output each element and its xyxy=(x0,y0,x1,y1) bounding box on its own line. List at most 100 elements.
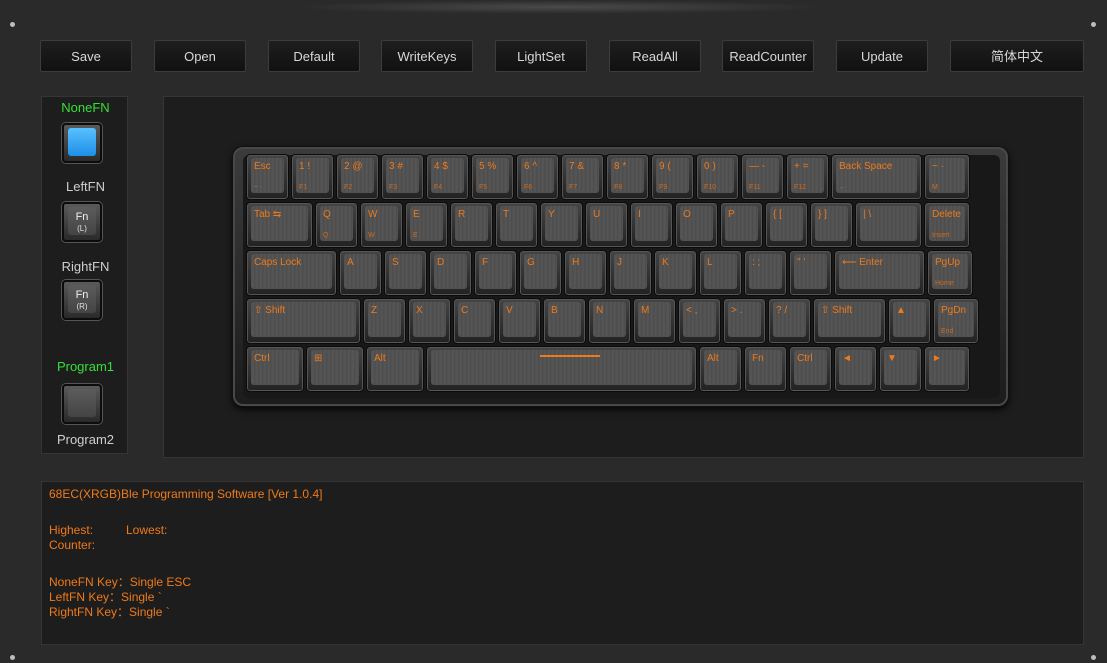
update-button[interactable]: Update xyxy=(836,40,928,72)
key-r1-k14[interactable]: Delete Insert xyxy=(924,202,970,248)
key-r2-k8[interactable]: K xyxy=(654,250,697,296)
key-r0-k1[interactable]: 1 ! F1 xyxy=(291,154,334,200)
key-r4-k1[interactable]: ⊞ xyxy=(306,346,364,392)
key-r2-k11[interactable]: " ' xyxy=(789,250,832,296)
leftfn-label: LeftFN xyxy=(65,179,105,194)
key-r2-k10[interactable]: : ; xyxy=(744,250,787,296)
key-primary-label: ▼ xyxy=(887,353,897,364)
key-r1-k12[interactable]: } ] xyxy=(810,202,853,248)
key-r3-k3[interactable]: C xyxy=(453,298,496,344)
key-r3-k12[interactable]: ▲ xyxy=(888,298,931,344)
key-primary-label: D xyxy=(437,257,445,268)
key-r3-k2[interactable]: X xyxy=(408,298,451,344)
key-r4-k3[interactable] xyxy=(426,346,697,392)
key-r1-k5[interactable]: T xyxy=(495,202,538,248)
key-r2-k6[interactable]: H xyxy=(564,250,607,296)
key-r1-k1[interactable]: QQ xyxy=(315,202,358,248)
key-r3-k6[interactable]: N xyxy=(588,298,631,344)
key-r3-k1[interactable]: Z xyxy=(363,298,406,344)
fn-r-sub-label: (R) xyxy=(76,302,88,311)
key-r0-k11[interactable]: — - F11 xyxy=(741,154,784,200)
key-r1-k3[interactable]: EE xyxy=(405,202,448,248)
key-r4-k2[interactable]: Alt xyxy=(366,346,424,392)
key-r0-k10[interactable]: 0 ) F10 xyxy=(696,154,739,200)
key-r2-k12[interactable]: ⟵ Enter xyxy=(834,250,925,296)
leftfn-layer-button[interactable]: Fn (L) xyxy=(62,202,102,242)
key-r3-k4[interactable]: V xyxy=(498,298,541,344)
nonefn-layer-button[interactable] xyxy=(62,123,102,163)
key-r2-k2[interactable]: S xyxy=(384,250,427,296)
key-r1-k4[interactable]: R xyxy=(450,202,493,248)
key-r4-k9[interactable]: ► xyxy=(924,346,970,392)
key-r2-k4[interactable]: F xyxy=(474,250,517,296)
key-r2-k0[interactable]: Caps Lock xyxy=(246,250,337,296)
key-r0-k13[interactable]: Back Space ← xyxy=(831,154,922,200)
key-r0-k0[interactable]: Esc ~ · xyxy=(246,154,289,200)
readall-button[interactable]: ReadAll xyxy=(609,40,701,72)
program-button[interactable] xyxy=(62,384,102,424)
key-r1-k13[interactable]: | \ xyxy=(855,202,922,248)
key-r2-k1[interactable]: A xyxy=(339,250,382,296)
key-r1-k8[interactable]: I xyxy=(630,202,673,248)
key-r3-k7[interactable]: M xyxy=(633,298,676,344)
lightset-button[interactable]: LightSet xyxy=(495,40,587,72)
key-primary-label: ⇧ Shift xyxy=(254,305,286,316)
key-r2-k5[interactable]: G xyxy=(519,250,562,296)
key-primary-label: ⟵ Enter xyxy=(842,257,884,268)
key-r3-k11[interactable]: ⇧ Shift xyxy=(813,298,886,344)
key-r3-k5[interactable]: B xyxy=(543,298,586,344)
key-r0-k12[interactable]: + = F12 xyxy=(786,154,829,200)
key-r3-k9[interactable]: > . xyxy=(723,298,766,344)
writekeys-button[interactable]: WriteKeys xyxy=(381,40,473,72)
readcounter-button[interactable]: ReadCounter xyxy=(722,40,814,72)
default-button[interactable]: Default xyxy=(268,40,360,72)
key-primary-label: Fn xyxy=(752,353,764,364)
key-secondary-label: End xyxy=(941,328,954,335)
key-r3-k10[interactable]: ? / xyxy=(768,298,811,344)
key-r1-k11[interactable]: { [ xyxy=(765,202,808,248)
key-r2-k3[interactable]: D xyxy=(429,250,472,296)
key-r0-k7[interactable]: 7 & F7 xyxy=(561,154,604,200)
key-r1-k9[interactable]: O xyxy=(675,202,718,248)
key-primary-label: ~ · xyxy=(932,161,944,172)
key-r0-k6[interactable]: 6 ^ F6 xyxy=(516,154,559,200)
key-r1-k2[interactable]: WW xyxy=(360,202,403,248)
key-primary-label: N xyxy=(596,305,604,316)
key-r4-k4[interactable]: Alt xyxy=(699,346,742,392)
key-primary-label: | \ xyxy=(863,209,872,220)
save-button[interactable]: Save xyxy=(40,40,132,72)
key-r4-k6[interactable]: Ctrl xyxy=(789,346,832,392)
key-r0-k2[interactable]: 2 @ F2 xyxy=(336,154,379,200)
key-r3-k13[interactable]: PgDn End xyxy=(933,298,979,344)
key-r4-k7[interactable]: ◄ xyxy=(834,346,877,392)
key-primary-label: S xyxy=(392,257,399,268)
key-r0-k3[interactable]: 3 # F3 xyxy=(381,154,424,200)
key-r2-k7[interactable]: J xyxy=(609,250,652,296)
open-button[interactable]: Open xyxy=(154,40,246,72)
key-r0-k9[interactable]: 9 (F9 xyxy=(651,154,694,200)
key-r0-k8[interactable]: 8 * F8 xyxy=(606,154,649,200)
key-primary-label: 6 ^ xyxy=(524,161,538,172)
key-r2-k9[interactable]: L xyxy=(699,250,742,296)
rightfn-layer-button[interactable]: Fn (R) xyxy=(62,280,102,320)
key-r1-k7[interactable]: U xyxy=(585,202,628,248)
key-r4-k8[interactable]: ▼ xyxy=(879,346,922,392)
key-r0-k5[interactable]: 5 % F5 xyxy=(471,154,514,200)
key-primary-label: U xyxy=(593,209,601,220)
key-r0-k14[interactable]: ~ · M xyxy=(924,154,970,200)
key-primary-label: E xyxy=(413,209,420,220)
key-r0-k4[interactable]: 4 $ F4 xyxy=(426,154,469,200)
key-primary-label: < , xyxy=(686,305,698,316)
language-button[interactable]: 简体中文 xyxy=(950,40,1084,72)
key-r3-k8[interactable]: < , xyxy=(678,298,721,344)
key-secondary-label: W xyxy=(368,232,375,239)
key-r1-k10[interactable]: P xyxy=(720,202,763,248)
key-r1-k0[interactable]: Tab ⇆ xyxy=(246,202,313,248)
key-r4-k0[interactable]: Ctrl xyxy=(246,346,304,392)
key-r1-k6[interactable]: Y xyxy=(540,202,583,248)
key-r3-k0[interactable]: ⇧ Shift xyxy=(246,298,361,344)
key-r4-k5[interactable]: Fn xyxy=(744,346,787,392)
key-r2-k13[interactable]: PgUp Home xyxy=(927,250,973,296)
key-primary-label: ⇧ Shift xyxy=(821,305,853,316)
key-primary-label: { [ xyxy=(773,209,782,220)
